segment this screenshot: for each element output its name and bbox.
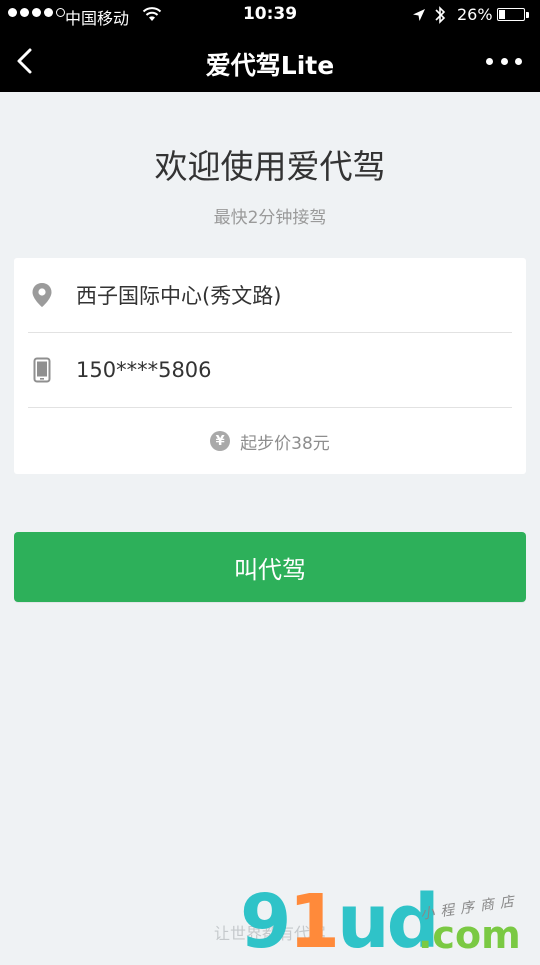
battery-percent: 26%	[457, 5, 493, 24]
status-bar: 中国移动 10:39 26%	[0, 0, 540, 30]
price-row: ¥ 起步价38元	[14, 408, 526, 474]
watermark-logo: 91ud .com 小程序商店	[240, 879, 540, 965]
nav-title: 爱代驾Lite	[205, 51, 335, 80]
order-form-card: 西子国际中心(秀文路) 150****5806 ¥ 起步价38元	[14, 258, 526, 474]
nav-bar: 爱代驾Lite	[0, 30, 540, 92]
phone-icon	[28, 357, 56, 383]
location-pin-icon	[28, 282, 56, 308]
bluetooth-icon	[433, 5, 447, 30]
starting-price: 起步价38元	[240, 433, 330, 454]
watermark-logo-text: 91ud	[240, 879, 440, 965]
address-row[interactable]: 西子国际中心(秀文路)	[28, 258, 512, 333]
pickup-address: 西子国际中心(秀文路)	[76, 284, 282, 308]
phone-number: 150****5806	[76, 358, 212, 382]
battery-icon	[497, 8, 525, 21]
more-dots-icon[interactable]	[486, 52, 522, 70]
location-arrow-icon	[412, 7, 426, 27]
battery-tip	[526, 12, 529, 18]
yen-icon: ¥	[210, 431, 231, 451]
welcome-subtitle: 最快2分钟接驾	[213, 208, 327, 228]
welcome-heading: 欢迎使用爱代驾	[154, 147, 386, 186]
phone-row[interactable]: 150****5806	[28, 333, 512, 408]
call-driver-button[interactable]: 叫代驾	[14, 532, 526, 602]
